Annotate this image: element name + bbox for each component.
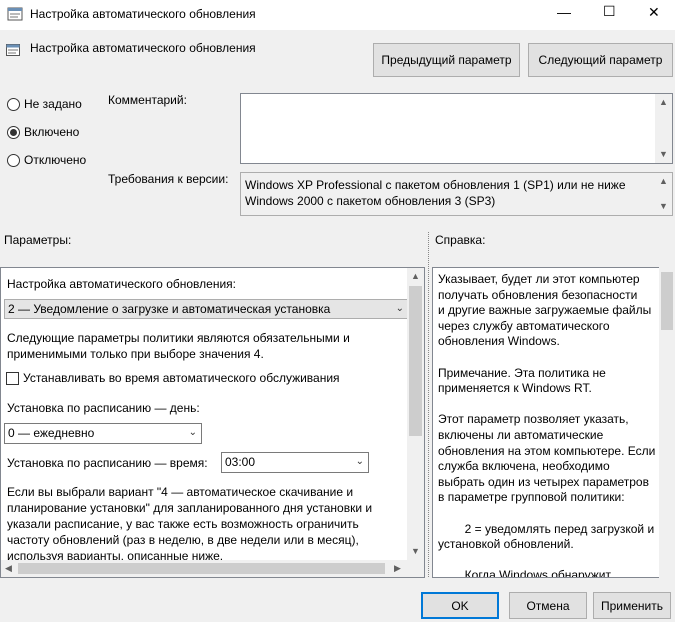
help-line: обновления на этом компьютере. Если bbox=[438, 443, 656, 458]
help-line: в параметре групповой политики: bbox=[438, 490, 625, 505]
configure-label: Настройка автоматического обновления: bbox=[7, 277, 236, 291]
help-line: Указывает, будет ли этот компьютер bbox=[438, 272, 640, 286]
minimize-button[interactable]: — bbox=[557, 4, 571, 20]
help-text: Указывает, будет ли этот компьютер получа… bbox=[438, 272, 656, 578]
requirements-line1: Windows XP Professional с пакетом обновл… bbox=[245, 178, 626, 192]
time-dropdown[interactable]: 03:00 ⌄ bbox=[221, 452, 369, 473]
help-line: Этот параметр позволяет указать, bbox=[438, 412, 629, 427]
scroll-thumb[interactable] bbox=[18, 563, 385, 574]
help-line: применяется к Windows RT. bbox=[438, 381, 592, 396]
scroll-thumb[interactable] bbox=[661, 272, 673, 330]
help-panel: Указывает, будет ли этот компьютер получа… bbox=[432, 267, 675, 578]
requirements-line2: Windows 2000 с пакетом обновления 3 (SP3… bbox=[245, 194, 496, 208]
scroll-left-icon[interactable]: ◀ bbox=[5, 563, 12, 574]
window-title: Настройка автоматического обновления bbox=[30, 7, 256, 21]
time-dropdown-value: 03:00 bbox=[225, 455, 256, 469]
ok-button[interactable]: OK bbox=[421, 592, 499, 619]
maximize-button[interactable]: ☐ bbox=[603, 3, 616, 20]
info-line1: Если вы выбрали вариант "4 — автоматичес… bbox=[7, 485, 354, 499]
help-section-label: Справка: bbox=[435, 233, 486, 247]
help-line: установкой обновлений. bbox=[438, 537, 574, 552]
requirements-label: Требования к версии: bbox=[108, 172, 229, 186]
help-line: 2 = уведомлять перед загрузкой и bbox=[438, 521, 655, 536]
help-line bbox=[438, 397, 656, 413]
note-line1: Следующие параметры политики являются об… bbox=[7, 331, 350, 345]
apply-button[interactable]: Применить bbox=[593, 592, 671, 619]
configure-dropdown[interactable]: 2 — Уведомление о загрузке и автоматичес… bbox=[4, 299, 409, 319]
scroll-up-icon[interactable]: ▲ bbox=[655, 173, 672, 190]
help-line bbox=[438, 350, 656, 366]
chevron-down-icon: ⌄ bbox=[395, 303, 404, 314]
chevron-down-icon: ⌄ bbox=[355, 456, 364, 467]
section-divider bbox=[428, 232, 429, 577]
info-line4: частоту обновлений (раз в неделю, в две … bbox=[7, 533, 359, 547]
options-horizontal-scrollbar[interactable]: ◀ ▶ bbox=[1, 560, 407, 577]
enabled-label[interactable]: Включено bbox=[24, 125, 79, 139]
day-label: Установка по расписанию — день: bbox=[7, 401, 200, 415]
disabled-label[interactable]: Отключено bbox=[24, 153, 86, 167]
scroll-corner bbox=[407, 560, 424, 577]
scroll-up-icon[interactable]: ▲ bbox=[407, 268, 424, 285]
scroll-up-icon[interactable]: ▲ bbox=[655, 94, 672, 111]
not-configured-radio[interactable] bbox=[7, 98, 20, 111]
day-dropdown[interactable]: 0 — ежедневно ⌄ bbox=[4, 423, 202, 444]
next-setting-button[interactable]: Следующий параметр bbox=[528, 43, 673, 77]
cancel-button[interactable]: Отмена bbox=[509, 592, 587, 619]
scroll-down-icon[interactable]: ▼ bbox=[407, 543, 424, 560]
help-scrollbar[interactable] bbox=[659, 267, 675, 578]
help-line: служба включена, необходимо bbox=[438, 459, 610, 474]
help-line: получать обновления безопасности bbox=[438, 287, 638, 302]
previous-setting-button[interactable]: Предыдущий параметр bbox=[373, 43, 520, 77]
requirements-scrollbar[interactable]: ▲ ▼ bbox=[655, 173, 672, 215]
comment-scrollbar[interactable]: ▲ ▼ bbox=[655, 94, 672, 163]
scroll-down-icon[interactable]: ▼ bbox=[655, 198, 672, 215]
maintenance-checkbox-label[interactable]: Устанавливать во время автоматического о… bbox=[23, 371, 340, 385]
comment-label: Комментарий: bbox=[108, 93, 187, 107]
help-line: через службу автоматического bbox=[438, 318, 610, 333]
help-line bbox=[438, 553, 656, 569]
configure-dropdown-value: 2 — Уведомление о загрузке и автоматичес… bbox=[8, 302, 331, 316]
info-line2: планирование установки" для запланирован… bbox=[7, 501, 373, 515]
help-line: Когда Windows обнаружит bbox=[438, 568, 611, 578]
help-line: включены ли автоматические bbox=[438, 427, 604, 442]
requirements-box: Windows XP Professional с пакетом обновл… bbox=[240, 172, 673, 216]
note-line2: применимыми только при выборе значения 4… bbox=[7, 347, 264, 361]
help-line: и другие важные загружаемые файлы bbox=[438, 303, 652, 318]
comment-textarea[interactable]: ▲ ▼ bbox=[240, 93, 673, 164]
help-line: Примечание. Эта политика не bbox=[438, 365, 606, 380]
maintenance-checkbox[interactable] bbox=[6, 372, 19, 385]
title-bar: Настройка автоматического обновления — ☐… bbox=[0, 0, 675, 30]
help-line: выбрать один из четырех параметров bbox=[438, 474, 649, 489]
policy-name: Настройка автоматического обновления bbox=[30, 41, 256, 55]
info-line3: указали расписание, у вас также есть воз… bbox=[7, 517, 359, 531]
scroll-thumb[interactable] bbox=[409, 286, 422, 436]
policy-icon bbox=[6, 44, 20, 56]
options-section-label: Параметры: bbox=[4, 233, 72, 247]
time-label: Установка по расписанию — время: bbox=[7, 456, 208, 470]
enabled-radio[interactable] bbox=[7, 126, 20, 139]
options-vertical-scrollbar[interactable]: ▲ ▼ bbox=[407, 268, 424, 560]
policy-icon bbox=[7, 7, 23, 21]
scroll-right-icon[interactable]: ▶ bbox=[394, 563, 401, 574]
day-dropdown-value: 0 — ежедневно bbox=[8, 426, 95, 440]
options-panel: Настройка автоматического обновления: 2 … bbox=[0, 267, 425, 578]
not-configured-label[interactable]: Не задано bbox=[24, 97, 82, 111]
help-line bbox=[438, 506, 656, 522]
scroll-down-icon[interactable]: ▼ bbox=[655, 146, 672, 163]
chevron-down-icon: ⌄ bbox=[188, 427, 197, 438]
help-line: обновления Windows. bbox=[438, 334, 560, 349]
disabled-radio[interactable] bbox=[7, 154, 20, 167]
close-button[interactable]: ✕ bbox=[648, 4, 660, 21]
